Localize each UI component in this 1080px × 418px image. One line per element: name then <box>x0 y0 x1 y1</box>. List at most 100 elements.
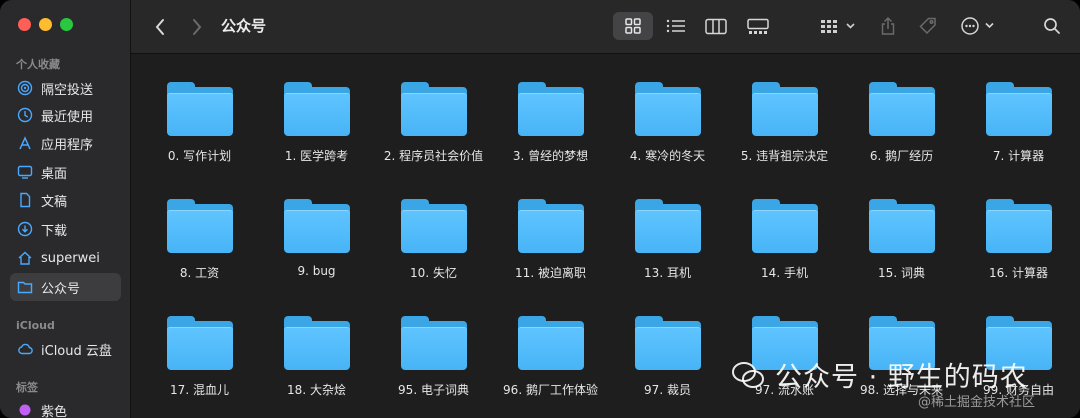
folder-icon <box>518 316 584 370</box>
chevron-right-icon <box>193 19 202 35</box>
folder-icon <box>401 199 467 253</box>
share-button[interactable] <box>875 12 901 40</box>
window-controls <box>18 18 73 31</box>
folder-label: 17. 混血儿 <box>170 383 229 397</box>
folder-item[interactable]: 6. 鹅厂经历 <box>843 55 960 165</box>
folder-label: 8. 工资 <box>179 266 220 280</box>
close-button[interactable] <box>18 18 31 31</box>
back-button[interactable] <box>149 16 171 38</box>
folder-item[interactable]: 9. bug <box>258 172 375 282</box>
sidebar-item-recents[interactable]: 最近使用 <box>10 101 121 129</box>
sidebar-item-airdrop[interactable]: 隔空投送 <box>10 74 121 102</box>
folder-label: 3. 曾经的梦想 <box>512 149 589 163</box>
folder-icon <box>635 82 701 136</box>
sidebar-item-gongzhonghao[interactable]: 公众号 <box>10 273 121 301</box>
sidebar-item-label: 公众号 <box>41 281 81 297</box>
toolbar: 公众号 <box>131 0 1080 54</box>
folder-label: 6. 鹅厂经历 <box>869 149 934 163</box>
folder-item[interactable]: 11. 被迫离职 <box>492 172 609 282</box>
folder-label: 2. 程序员社会价值 <box>383 149 484 163</box>
folder-item[interactable]: 18. 大杂烩 <box>258 289 375 399</box>
folder-icon <box>401 316 467 370</box>
sidebar-item-documents[interactable]: 文稿 <box>10 186 121 214</box>
folder-label: 13. 耳机 <box>644 266 691 280</box>
folder-item[interactable]: 95. 电子词典 <box>375 289 492 399</box>
folder-label: 5. 违背祖宗决定 <box>740 149 829 163</box>
folder-icon <box>167 82 233 136</box>
tag-button[interactable] <box>915 12 941 40</box>
columns-icon <box>705 18 727 34</box>
group-icon <box>821 20 855 33</box>
list-view-button[interactable] <box>656 12 696 40</box>
finder-window: 个人收藏 隔空投送 最近使用 应用程序 桌面 文稿 下载 superwei 公众… <box>0 0 1080 418</box>
folder-item[interactable]: 15. 词典 <box>843 172 960 282</box>
search-button[interactable] <box>1039 12 1065 40</box>
sidebar-item-label: 下载 <box>41 223 68 239</box>
folder-icon <box>518 199 584 253</box>
sidebar-item-label: 隔空投送 <box>41 82 94 98</box>
icon-view-button[interactable] <box>613 12 653 40</box>
folder-item[interactable]: 10. 失忆 <box>375 172 492 282</box>
airdrop-icon <box>16 79 34 97</box>
tags-section-title: 标签 <box>16 381 38 394</box>
folder-icon <box>284 82 350 136</box>
folder-item[interactable]: 14. 手机 <box>726 172 843 282</box>
watermark: 公众号 · 野生的码农 <box>731 355 1028 394</box>
minimize-button[interactable] <box>39 18 52 31</box>
home-icon <box>16 249 34 267</box>
folder-item[interactable]: 7. 计算器 <box>960 55 1077 165</box>
folder-label: 16. 计算器 <box>989 266 1048 280</box>
gallery-view-button[interactable] <box>738 12 778 40</box>
forward-button[interactable] <box>186 16 208 38</box>
folder-item[interactable]: 16. 计算器 <box>960 172 1077 282</box>
folder-label: 15. 词典 <box>878 266 925 280</box>
sidebar-item-downloads[interactable]: 下载 <box>10 215 121 243</box>
folder-icon <box>869 199 935 253</box>
folder-label: 96. 鹅厂工作体验 <box>503 383 598 397</box>
document-icon <box>16 191 34 209</box>
zoom-button[interactable] <box>60 18 73 31</box>
watermark-sub: @稀土掘金技术社区 <box>918 395 1036 410</box>
group-by-button[interactable] <box>816 12 862 40</box>
folder-item[interactable]: 5. 违背祖宗决定 <box>726 55 843 165</box>
folder-item[interactable]: 4. 寒冷的冬天 <box>609 55 726 165</box>
folder-item[interactable]: 96. 鹅厂工作体验 <box>492 289 609 399</box>
sidebar-item-icloud-drive[interactable]: iCloud 云盘 <box>10 335 121 363</box>
search-icon <box>1044 18 1060 34</box>
folder-label: 10. 失忆 <box>410 266 457 280</box>
folder-label: 0. 写作计划 <box>167 149 232 163</box>
ellipsis-circle-icon <box>961 17 994 35</box>
folder-item[interactable]: 97. 裁员 <box>609 289 726 399</box>
folder-label: 11. 被迫离职 <box>515 266 586 280</box>
sidebar: 个人收藏 隔空投送 最近使用 应用程序 桌面 文稿 下载 superwei 公众… <box>0 0 131 418</box>
sidebar-item-home[interactable]: superwei <box>10 244 121 272</box>
folder-icon <box>986 199 1052 253</box>
sidebar-item-tag-purple[interactable]: 紫色 <box>10 396 121 418</box>
tag-icon <box>919 17 936 35</box>
folder-item[interactable]: 1. 医学跨考 <box>258 55 375 165</box>
window-title: 公众号 <box>221 17 267 35</box>
folder-label: 97. 裁员 <box>644 383 691 397</box>
folder-icon <box>986 82 1052 136</box>
folder-icon <box>16 278 34 296</box>
sidebar-item-label: 最近使用 <box>41 109 94 125</box>
folder-item[interactable]: 2. 程序员社会价值 <box>375 55 492 165</box>
wechat-icon <box>732 361 764 388</box>
grid-icon <box>625 18 641 34</box>
folder-label: 14. 手机 <box>761 266 808 280</box>
folder-label: 18. 大杂烩 <box>287 383 346 397</box>
favorites-section-title: 个人收藏 <box>16 58 60 71</box>
folder-item[interactable]: 8. 工资 <box>141 172 258 282</box>
folder-icon <box>167 316 233 370</box>
more-actions-button[interactable] <box>957 12 1001 40</box>
sidebar-item-applications[interactable]: 应用程序 <box>10 129 121 157</box>
folder-item[interactable]: 3. 曾经的梦想 <box>492 55 609 165</box>
folder-item[interactable]: 13. 耳机 <box>609 172 726 282</box>
column-view-button[interactable] <box>696 12 736 40</box>
folder-item[interactable]: 0. 写作计划 <box>141 55 258 165</box>
folder-item[interactable]: 17. 混血儿 <box>141 289 258 399</box>
folder-label: 1. 医学跨考 <box>284 149 349 163</box>
share-icon <box>881 16 895 35</box>
sidebar-item-desktop[interactable]: 桌面 <box>10 158 121 186</box>
clock-icon <box>16 106 34 124</box>
